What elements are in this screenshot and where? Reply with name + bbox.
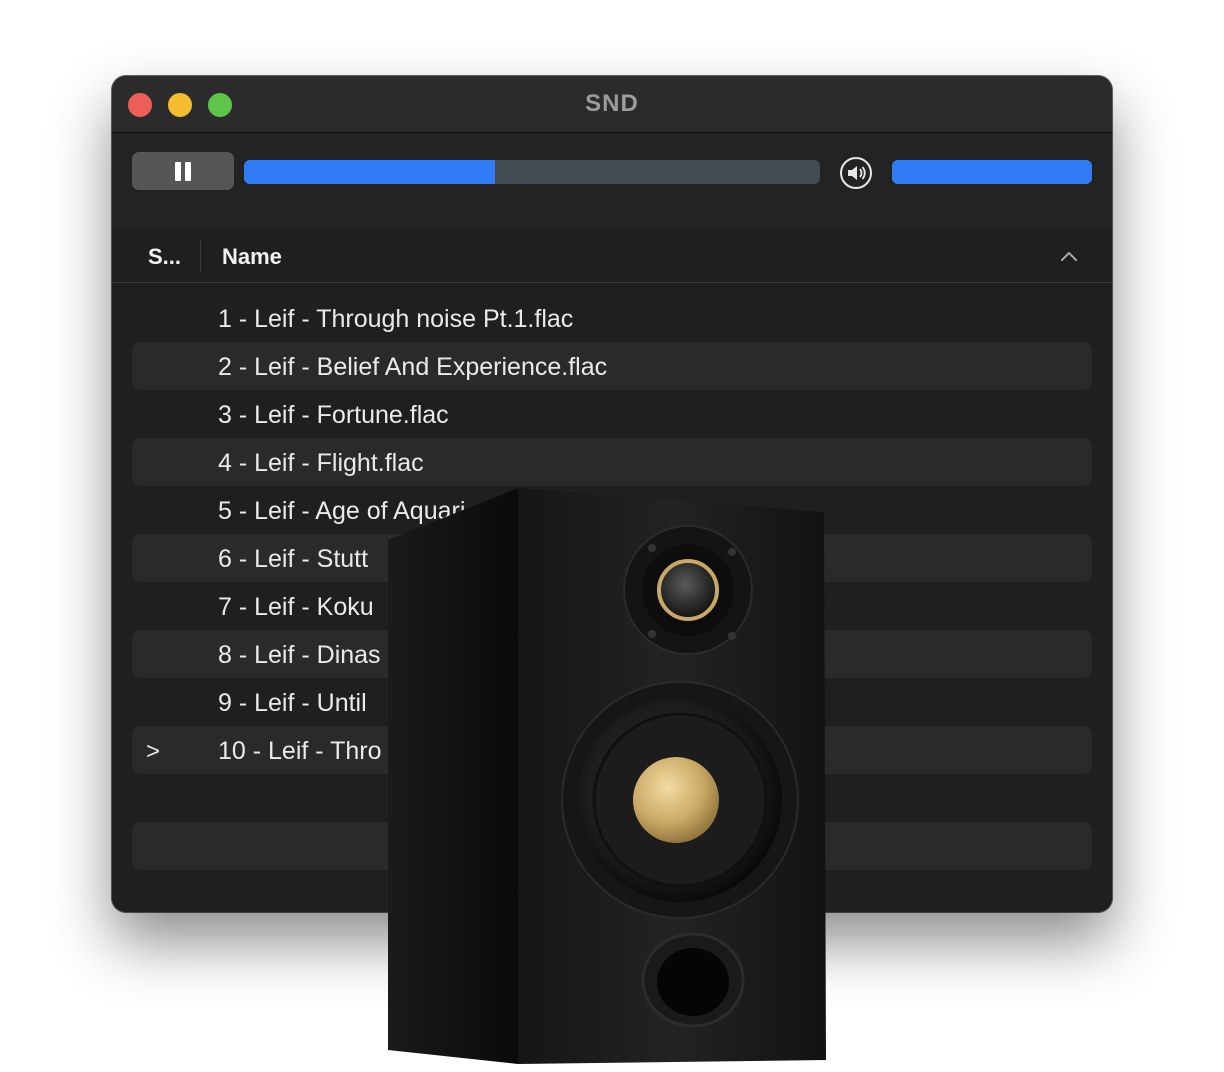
volume-slider[interactable] xyxy=(892,160,1092,184)
track-row[interactable]: 2 - Leif - Belief And Experience.flac xyxy=(132,342,1092,390)
status-column-header[interactable]: S... xyxy=(148,244,181,270)
pause-button[interactable] xyxy=(132,152,234,190)
chevron-up-icon[interactable] xyxy=(1056,248,1082,264)
playback-progress-slider[interactable] xyxy=(244,160,820,184)
track-row[interactable]: 1 - Leif - Through noise Pt.1.flac xyxy=(132,294,1092,342)
track-name: 3 - Leif - Fortune.flac xyxy=(218,401,449,429)
speaker-volume-icon[interactable] xyxy=(839,156,873,190)
track-name: 7 - Leif - Koku xyxy=(218,593,374,621)
track-name: 8 - Leif - Dinas xyxy=(218,641,381,669)
track-name: 1 - Leif - Through noise Pt.1.flac xyxy=(218,305,574,333)
volume-fill xyxy=(892,160,1092,184)
track-name: 2 - Leif - Belief And Experience.flac xyxy=(218,353,608,381)
track-name: 9 - Leif - Until xyxy=(218,689,367,717)
progress-fill xyxy=(244,160,495,184)
player-toolbar xyxy=(112,133,1112,228)
track-row[interactable]: 3 - Leif - Fortune.flac xyxy=(132,390,1092,438)
name-column-header[interactable]: Name xyxy=(222,244,282,270)
title-bar: SND xyxy=(112,76,1112,133)
playing-indicator: > xyxy=(146,738,161,765)
column-divider[interactable] xyxy=(200,240,201,272)
track-name: 4 - Leif - Flight.flac xyxy=(218,449,424,477)
track-row[interactable]: 4 - Leif - Flight.flac xyxy=(132,438,1092,486)
window-title: SND xyxy=(585,90,639,117)
table-header: S... Name xyxy=(112,228,1112,283)
track-name: 10 - Leif - Thro xyxy=(218,737,382,765)
bookshelf-speaker-image xyxy=(388,488,826,1064)
track-name: 6 - Leif - Stutt xyxy=(218,545,369,573)
